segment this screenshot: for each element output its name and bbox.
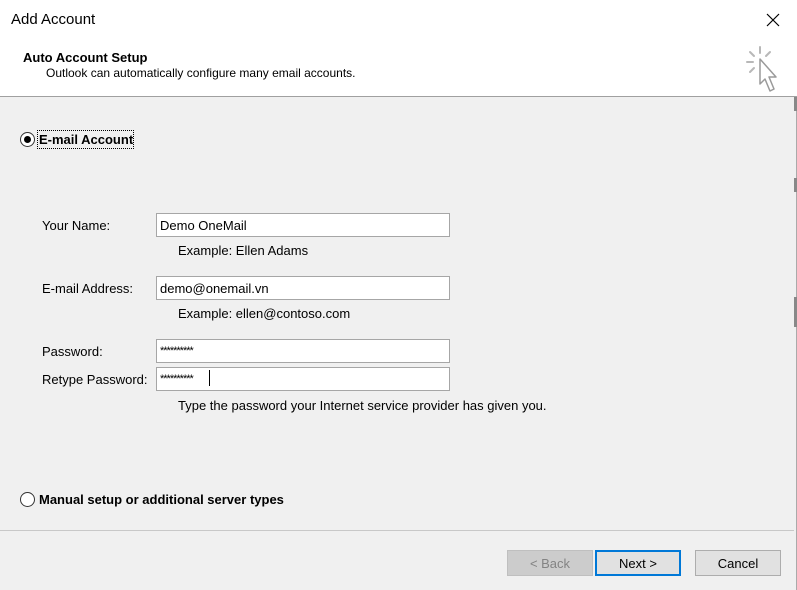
window-title: Add Account: [11, 11, 96, 28]
your-name-label: Your Name:: [42, 218, 111, 233]
password-label: Password:: [42, 344, 103, 359]
close-button[interactable]: [756, 5, 790, 35]
retype-password-label: Retype Password:: [42, 372, 148, 387]
footer-separator: [0, 530, 794, 531]
password-input[interactable]: [156, 339, 450, 363]
title-bar: Add Account: [0, 0, 797, 40]
email-address-hint: Example: ellen@contoso.com: [178, 306, 351, 321]
your-name-hint: Example: Ellen Adams: [178, 243, 309, 258]
email-address-input[interactable]: [156, 276, 450, 300]
email-address-label: E-mail Address:: [42, 281, 134, 296]
your-name-input[interactable]: [156, 213, 450, 237]
password-hint: Type the password your Internet service …: [178, 398, 547, 413]
header-subtitle: Outlook can automatically configure many…: [46, 66, 356, 80]
email-account-label[interactable]: E-mail Account: [39, 132, 133, 147]
manual-setup-radio[interactable]: [20, 492, 35, 507]
text-caret: [209, 370, 210, 386]
next-button[interactable]: Next >: [595, 550, 681, 576]
email-account-radio[interactable]: [20, 132, 35, 147]
cancel-button[interactable]: Cancel: [695, 550, 781, 576]
back-button[interactable]: < Back: [507, 550, 593, 576]
header-title: Auto Account Setup: [23, 50, 148, 65]
retype-password-input[interactable]: [156, 367, 450, 391]
wizard-cursor-icon: [746, 46, 777, 92]
close-icon: [766, 13, 780, 27]
manual-setup-label[interactable]: Manual setup or additional server types: [39, 492, 284, 507]
wizard-header: Auto Account Setup Outlook can automatic…: [0, 40, 797, 97]
add-account-dialog: Add Account Auto Account Setup Outlook c…: [0, 0, 797, 590]
